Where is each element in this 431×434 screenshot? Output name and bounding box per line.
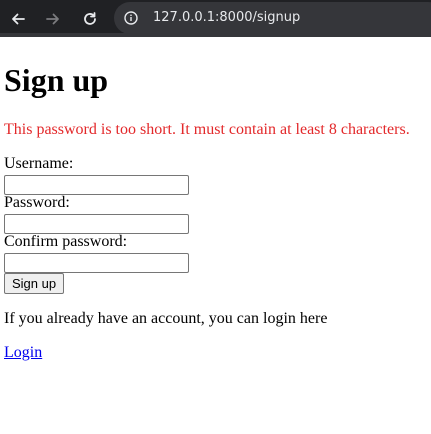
username-label: Username: [4, 155, 74, 172]
reload-icon [84, 12, 96, 25]
password-error-message: This password is too short. It must cont… [4, 121, 410, 138]
login-prompt-text: If you already have an account, you can … [4, 310, 328, 327]
username-input[interactable] [4, 175, 189, 195]
signup-button[interactable]: Sign up [4, 273, 65, 294]
browser-toolbar: 127.0.0.1:8000/signup [0, 0, 431, 37]
arrow-left-icon [12, 13, 25, 25]
password-label: Password: [4, 194, 70, 211]
login-link[interactable]: Login [4, 344, 42, 362]
address-bar[interactable]: 127.0.0.1:8000/signup [114, 2, 431, 34]
forward-button[interactable] [43, 9, 63, 29]
info-icon[interactable] [124, 11, 138, 25]
password-input[interactable] [4, 214, 189, 234]
reload-button[interactable] [80, 9, 100, 29]
page-title: Sign up [4, 62, 109, 98]
confirm-password-input[interactable] [4, 253, 189, 273]
back-button[interactable] [8, 9, 28, 29]
page-content: Sign up This password is too short. It m… [0, 37, 431, 434]
arrow-right-icon [46, 13, 59, 25]
url-text: 127.0.0.1:8000/signup [153, 10, 301, 25]
confirm-password-label: Confirm password: [4, 233, 128, 250]
